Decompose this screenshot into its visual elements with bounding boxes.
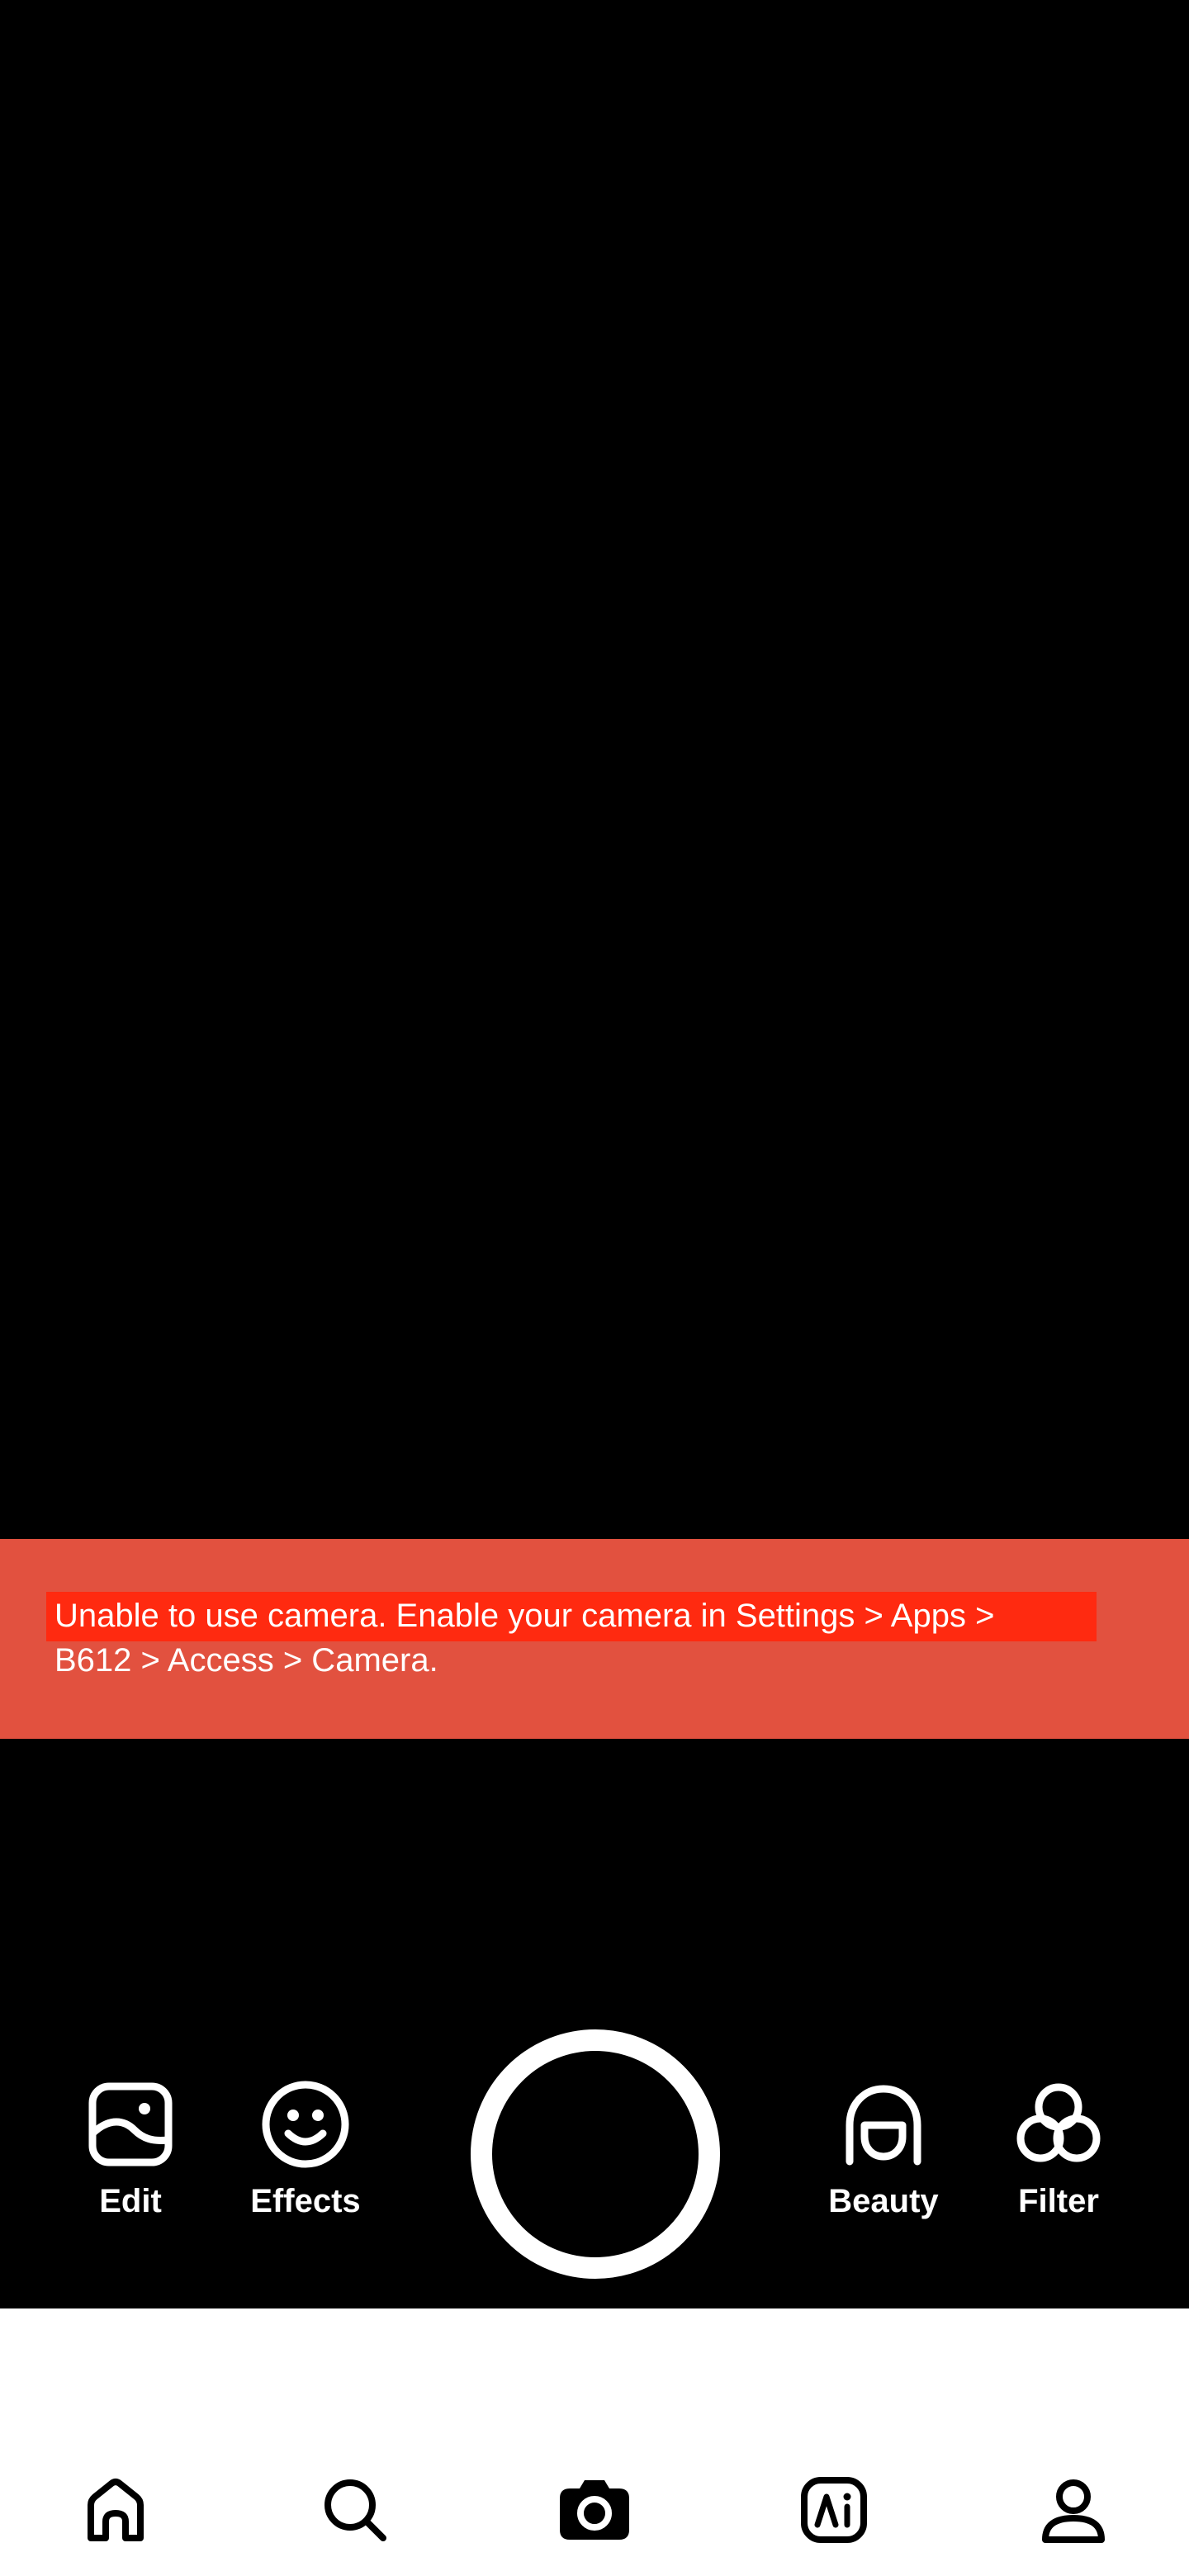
nav-search[interactable] — [306, 2460, 405, 2559]
nav-camera[interactable] — [545, 2460, 644, 2559]
filter-label: Filter — [1018, 2183, 1099, 2219]
effects-button[interactable]: Effects — [231, 2079, 380, 2261]
camera-error-message: Unable to use camera. Enable your camera… — [54, 1593, 1128, 1683]
filter-button[interactable]: Filter — [984, 2079, 1133, 2261]
error-message-line-2: B612 > Access > Camera. — [54, 1642, 438, 1679]
nav-home[interactable] — [66, 2460, 165, 2559]
camera-viewport — [0, 0, 1189, 2308]
shutter-button[interactable] — [471, 2029, 720, 2279]
edit-button[interactable]: Edit — [56, 2079, 205, 2261]
camera-icon — [560, 2480, 629, 2540]
gallery-edit-icon — [88, 2082, 173, 2166]
nav-profile[interactable] — [1024, 2460, 1123, 2559]
beauty-face-icon — [846, 2085, 921, 2166]
home-icon — [88, 2479, 144, 2541]
search-icon — [324, 2479, 386, 2541]
profile-icon — [1042, 2479, 1105, 2543]
filter-circles-icon — [1016, 2083, 1101, 2162]
beauty-label: Beauty — [828, 2183, 939, 2219]
beauty-button[interactable]: Beauty — [809, 2079, 958, 2261]
effects-label: Effects — [250, 2183, 361, 2219]
ai-icon — [801, 2477, 867, 2543]
smiley-icon — [262, 2081, 349, 2168]
edit-label: Edit — [99, 2183, 162, 2219]
nav-ai[interactable] — [784, 2460, 883, 2559]
error-message-line-1: Unable to use camera. Enable your camera… — [54, 1598, 995, 1634]
